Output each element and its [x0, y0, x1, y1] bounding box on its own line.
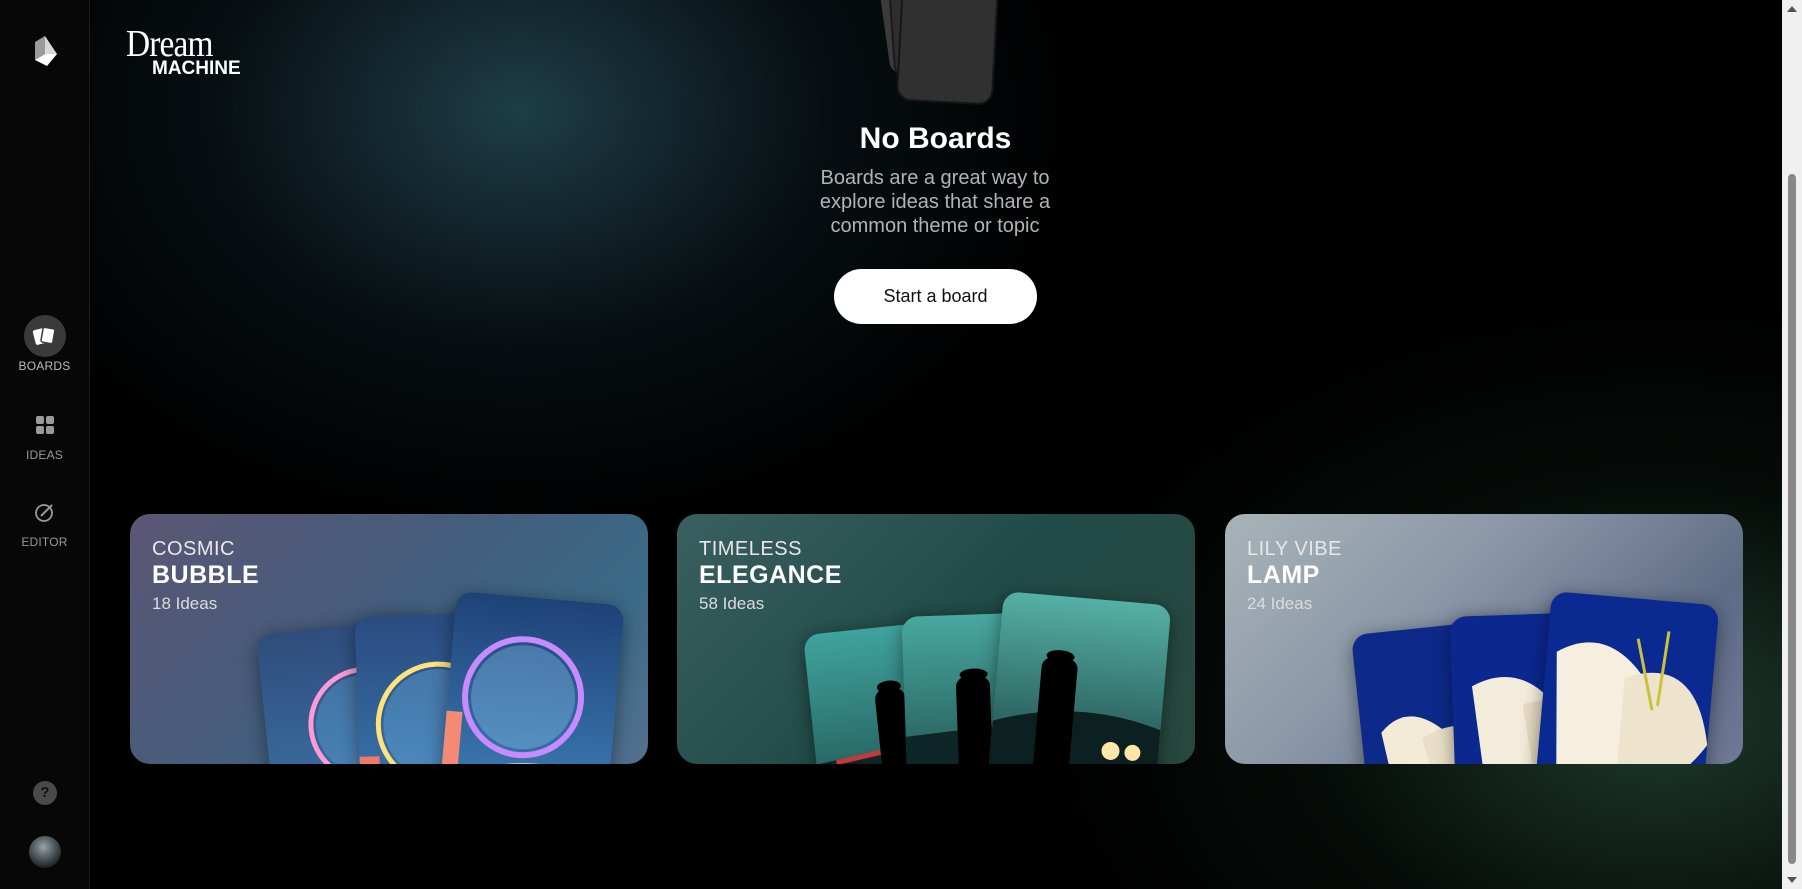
sidebar-item-editor[interactable]: EDITOR	[0, 491, 89, 549]
scroll-up-icon[interactable]	[1787, 6, 1797, 12]
vertical-scrollbar[interactable]	[1782, 0, 1802, 889]
board-card-timeless-elegance[interactable]: TIMELESS ELEGANCE 58 Ideas	[677, 514, 1195, 764]
luma-logo-icon[interactable]	[32, 36, 58, 66]
sidebar-item-label: EDITOR	[21, 535, 68, 549]
avatar[interactable]	[29, 836, 61, 868]
scroll-down-icon[interactable]	[1787, 877, 1797, 883]
empty-description: Boards are a great way to explore ideas …	[819, 167, 1051, 237]
card-subtitle: LILY VIBE	[1247, 538, 1342, 560]
card-subtitle: TIMELESS	[699, 538, 802, 560]
brand-line-1: Dream	[126, 23, 213, 65]
card-subtitle: COSMIC	[152, 538, 235, 560]
start-board-button[interactable]: Start a board	[834, 269, 1037, 324]
card-idea-count: 24 Ideas	[1247, 594, 1313, 613]
brand-logo[interactable]: Dream MACHINE	[126, 24, 241, 80]
card-title: ELEGANCE	[699, 561, 842, 589]
board-card-lily-vibe-lamp[interactable]: LILY VIBE LAMP 24 Ideas	[1225, 514, 1743, 764]
empty-title: No Boards	[859, 122, 1012, 155]
main-content: Dream MACHINE No Boards Boards are a gre…	[89, 0, 1782, 889]
editor-icon	[24, 491, 66, 533]
card-title: BUBBLE	[152, 561, 260, 589]
board-card-cosmic-bubble[interactable]: COSMIC BUBBLE 18 Ideas	[130, 514, 648, 764]
scroll-thumb[interactable]	[1788, 174, 1796, 864]
card-stack-icon	[879, 0, 999, 105]
card-thumbnail	[986, 591, 1172, 764]
card-idea-count: 58 Ideas	[699, 594, 765, 613]
sidebar-item-label: IDEAS	[25, 448, 63, 462]
card-title: LAMP	[1247, 561, 1320, 589]
sidebar: BOARDS IDEAS EDITOR ?	[0, 0, 90, 889]
sidebar-item-label: BOARDS	[18, 359, 71, 373]
card-thumbnail	[1534, 591, 1720, 764]
sidebar-item-boards[interactable]: BOARDS	[0, 315, 89, 373]
card-thumbnail	[439, 591, 625, 764]
sidebar-item-ideas[interactable]: IDEAS	[0, 404, 89, 462]
grid-icon	[24, 404, 66, 446]
help-icon[interactable]: ?	[33, 781, 57, 805]
card-idea-count: 18 Ideas	[152, 594, 218, 613]
boards-icon	[23, 315, 66, 357]
